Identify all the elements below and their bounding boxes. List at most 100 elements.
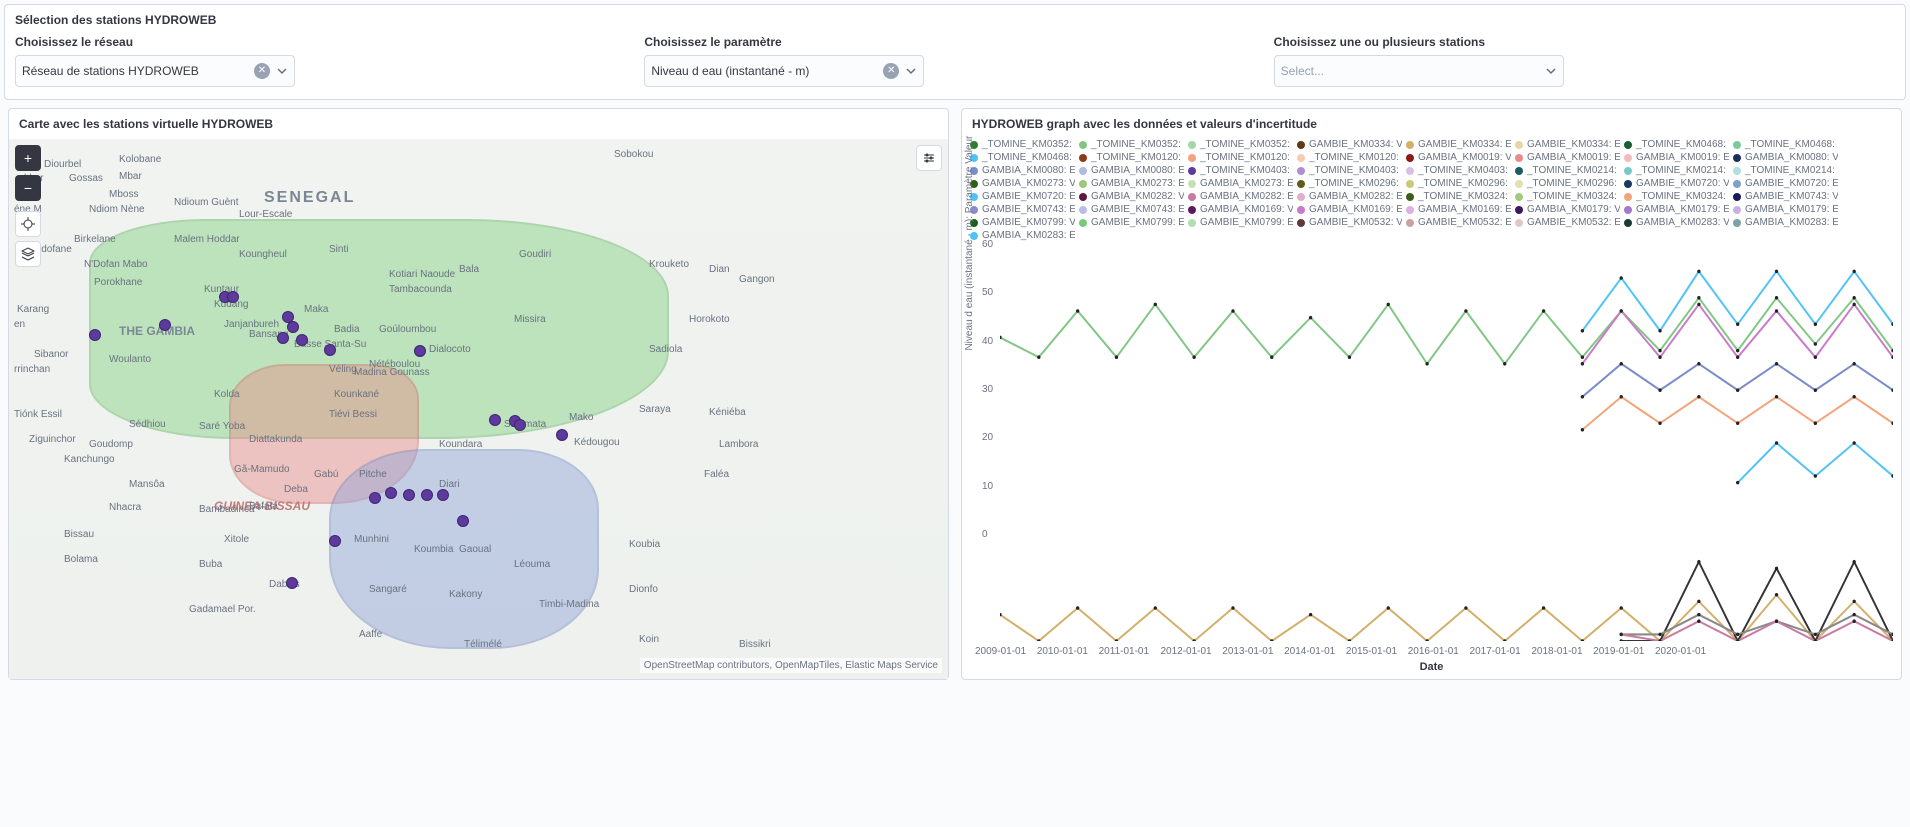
legend-label: GAMBIA_KM0179: Er...: [1745, 204, 1838, 215]
legend-item[interactable]: GAMBIA_KM0080: V...: [1733, 152, 1838, 163]
map-station-marker[interactable]: [369, 492, 381, 504]
legend-item[interactable]: _TOMINE_KM0214: E...: [1624, 165, 1729, 176]
legend-item[interactable]: GAMBIA_KM0283: Er...: [1733, 217, 1838, 228]
legend-item[interactable]: _TOMINE_KM0468: V...: [1624, 139, 1729, 150]
legend-item[interactable]: _TOMINE_KM0324: Er...: [1515, 191, 1620, 202]
map-station-marker[interactable]: [385, 487, 397, 499]
legend-item[interactable]: _TOMINE_KM0468: Er...: [1733, 139, 1838, 150]
legend-item[interactable]: _TOMINE_KM0352: Er...: [1079, 139, 1184, 150]
legend-dot-icon: [1515, 193, 1523, 201]
legend-item[interactable]: GAMBIA_KM0273: V...: [970, 178, 1075, 189]
legend-item[interactable]: GAMBIE_KM0532: Er...: [1515, 217, 1620, 228]
legend-item[interactable]: GAMBIA_KM0283: V...: [1624, 217, 1729, 228]
chart-plot[interactable]: Niveau d eau (instantané - m): Paramètre…: [970, 245, 1893, 671]
legend-item[interactable]: GAMBIA_KM0019: Er...: [1624, 152, 1729, 163]
chart-point: [1581, 329, 1584, 333]
map-station-marker[interactable]: [89, 329, 101, 341]
fit-bounds-button[interactable]: [15, 211, 41, 237]
legend-item[interactable]: GAMBIA_KM0179: Er...: [1733, 204, 1838, 215]
legend-item[interactable]: _TOMINE_KM0403: Er...: [1406, 165, 1511, 176]
map-station-marker[interactable]: [287, 321, 299, 333]
chevron-down-icon[interactable]: [1545, 65, 1557, 77]
legend-item[interactable]: GAMBIE_KM0334: Er...: [1406, 139, 1511, 150]
stations-combobox[interactable]: Select...: [1274, 55, 1564, 87]
legend-item[interactable]: _TOMINE_KM0324: V...: [1406, 191, 1511, 202]
map-station-marker[interactable]: [514, 419, 526, 431]
map-station-marker[interactable]: [329, 535, 341, 547]
legend-item[interactable]: _TOMINE_KM0120: V...: [1079, 152, 1184, 163]
legend-item[interactable]: GAMBIE_KM0334: Er...: [1515, 139, 1620, 150]
legend-item[interactable]: GAMBIE_KM0720: Er...: [1733, 178, 1838, 189]
legend-item[interactable]: GAMBIA_KM0282: Er...: [1188, 191, 1293, 202]
chart-point: [1853, 619, 1856, 623]
legend-item[interactable]: GAMBIA_KM0282: Er...: [1297, 191, 1402, 202]
legend-item[interactable]: GAMBIE_KM0532: Er...: [1406, 217, 1511, 228]
map-station-marker[interactable]: [324, 344, 336, 356]
legend-item[interactable]: GAMBIA_KM0080: Er...: [970, 165, 1075, 176]
legend-item[interactable]: GAMBIE_KM0743: Er...: [1079, 204, 1184, 215]
chevron-down-icon[interactable]: [905, 65, 917, 77]
legend-item[interactable]: _TOMINE_KM0296: V...: [1297, 178, 1402, 189]
legend-item[interactable]: _TOMINE_KM0352: V...: [970, 139, 1075, 150]
legend-item[interactable]: GAMBIA_KM0273: Er...: [1188, 178, 1293, 189]
map-station-marker[interactable]: [414, 345, 426, 357]
chart-point: [1814, 322, 1817, 326]
legend-item[interactable]: GAMBIE_KM0334: V...: [1297, 139, 1402, 150]
legend-label: _TOMINE_KM0324: Er...: [1527, 191, 1620, 202]
legend-item[interactable]: GAMBIA_KM0169: Er...: [1297, 204, 1402, 215]
legend-item[interactable]: _TOMINE_KM0214: E...: [1733, 165, 1838, 176]
chart-series-line: [1621, 562, 1893, 641]
legend-item[interactable]: GAMBIA_KM0179: Va...: [1515, 204, 1620, 215]
legend-item[interactable]: GAMBIA_KM0080: Er...: [1079, 165, 1184, 176]
clear-icon[interactable]: ✕: [254, 63, 270, 79]
legend-item[interactable]: _TOMINE_KM0324: Er...: [1624, 191, 1729, 202]
map-station-marker[interactable]: [437, 489, 449, 501]
legend-item[interactable]: GAMBIA_KM0282: V...: [1079, 191, 1184, 202]
legend-item[interactable]: _TOMINE_KM0403: V...: [1188, 165, 1293, 176]
legend-item[interactable]: GAMBIE_KM0720: V...: [1624, 178, 1729, 189]
clear-icon[interactable]: ✕: [883, 63, 899, 79]
legend-item[interactable]: GAMBIA_KM0019: Er...: [1515, 152, 1620, 163]
zoom-out-button[interactable]: −: [15, 175, 41, 201]
legend-label: GAMBIE_KM0334: Er...: [1527, 139, 1620, 150]
legend-item[interactable]: GAMBIE_KM0799: V...: [970, 217, 1075, 228]
legend-item[interactable]: _TOMINE_KM0296: E...: [1515, 178, 1620, 189]
legend-item[interactable]: GAMBIE_KM0799: Er...: [1188, 217, 1293, 228]
map-station-marker[interactable]: [277, 332, 289, 344]
map-station-marker[interactable]: [227, 291, 239, 303]
legend-item[interactable]: GAMBIA_KM0169: Er...: [1406, 204, 1511, 215]
chart-point: [1853, 441, 1856, 445]
chevron-down-icon[interactable]: [276, 65, 288, 77]
map-station-marker[interactable]: [403, 489, 415, 501]
map-canvas[interactable]: + − SENEGAL THE GAMBIA GUINEA-BISSAU Dio…: [9, 139, 948, 679]
legend-item[interactable]: _TOMINE_KM0352: E...: [1188, 139, 1293, 150]
legend-item[interactable]: GAMBIE_KM0799: Er...: [1079, 217, 1184, 228]
legend-item[interactable]: _TOMINE_KM0403: Er...: [1297, 165, 1402, 176]
legend-item[interactable]: _TOMINE_KM0120: E...: [1297, 152, 1402, 163]
network-combobox[interactable]: Réseau de stations HYDROWEB ✕: [15, 55, 295, 87]
legend-item[interactable]: _TOMINE_KM0214: V...: [1515, 165, 1620, 176]
legend-item[interactable]: GAMBIA_KM0019: Va...: [1406, 152, 1511, 163]
map-station-marker[interactable]: [556, 429, 568, 441]
legend-item[interactable]: _TOMINE_KM0296: E...: [1406, 178, 1511, 189]
legend-item[interactable]: GAMBIE_KM0720: Er...: [970, 191, 1075, 202]
legend-item[interactable]: GAMBIA_KM0179: Er...: [1624, 204, 1729, 215]
map-station-marker[interactable]: [489, 414, 501, 426]
map-station-marker[interactable]: [421, 489, 433, 501]
legend-item[interactable]: _TOMINE_KM0120: Er...: [1188, 152, 1293, 163]
map-station-marker[interactable]: [296, 334, 308, 346]
legend-item[interactable]: GAMBIA_KM0273: Er...: [1079, 178, 1184, 189]
map-options-button[interactable]: [916, 145, 942, 171]
legend-item[interactable]: GAMBIA_KM0169: Va...: [1188, 204, 1293, 215]
legend-item[interactable]: GAMBIE_KM0532: V...: [1297, 217, 1402, 228]
legend-item[interactable]: _TOMINE_KM0468: Er...: [970, 152, 1075, 163]
param-combobox[interactable]: Niveau d eau (instantané - m) ✕: [644, 55, 924, 87]
legend-item[interactable]: GAMBIE_KM0743: Va...: [1733, 191, 1838, 202]
legend-item[interactable]: GAMBIE_KM0743: Er...: [970, 204, 1075, 215]
map-station-marker[interactable]: [159, 319, 171, 331]
layers-button[interactable]: [15, 241, 41, 267]
map-station-marker[interactable]: [457, 515, 469, 527]
zoom-in-button[interactable]: +: [15, 145, 41, 171]
map-place-label: Sédhiou: [129, 419, 166, 430]
map-station-marker[interactable]: [286, 577, 298, 589]
